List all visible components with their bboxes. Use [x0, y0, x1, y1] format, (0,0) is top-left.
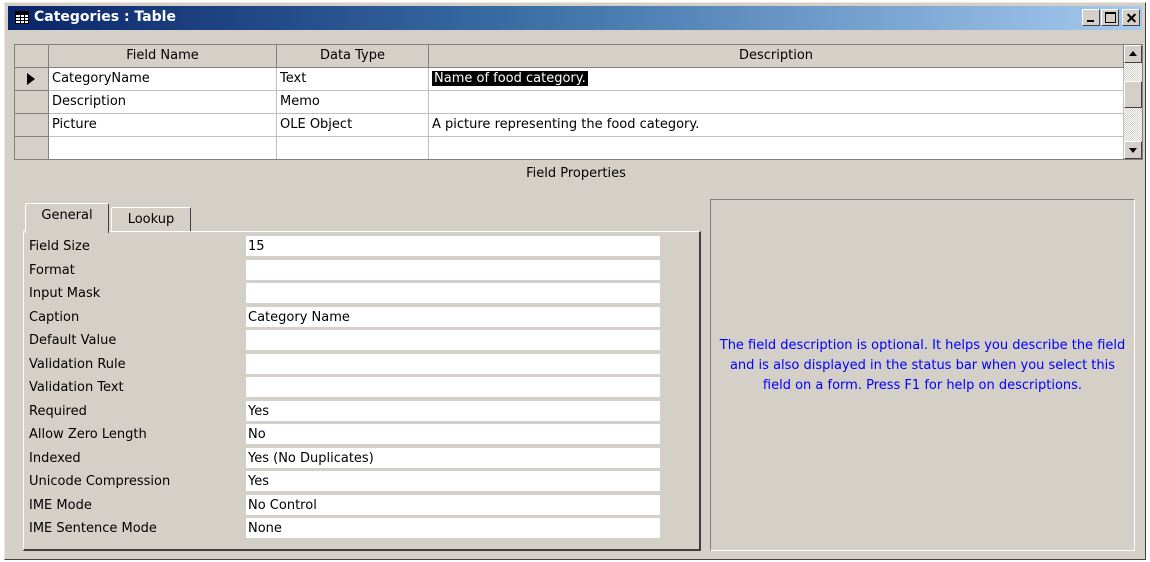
description-cell[interactable]: Name of food category. — [429, 68, 1124, 91]
field-help-pane: The field description is optional. It he… — [710, 199, 1135, 551]
data-type-cell[interactable] — [277, 137, 429, 159]
current-row-arrow-icon — [27, 73, 35, 85]
property-label: IME Sentence Mode — [29, 521, 157, 536]
tab-lookup[interactable]: Lookup — [111, 207, 191, 233]
row-selector[interactable] — [15, 91, 49, 114]
general-properties-panel: Field Size 15 Format Input Mask Caption Ca… — [23, 231, 701, 551]
property-label: IME Mode — [29, 497, 92, 513]
property-value-field[interactable]: No — [246, 424, 660, 445]
description-cell[interactable] — [429, 137, 1124, 159]
description-cell[interactable] — [429, 91, 1124, 114]
property-value-field[interactable] — [246, 330, 660, 351]
close-button[interactable] — [1122, 9, 1140, 26]
scroll-thumb[interactable] — [1124, 81, 1142, 108]
window-title: Categories : Table — [34, 9, 176, 25]
table-icon — [15, 11, 29, 24]
property-value-field[interactable] — [246, 283, 660, 304]
help-text: The field description is optional. It he… — [719, 338, 1126, 393]
property-label: Unicode Compression — [29, 474, 171, 489]
property-label: Default Value — [29, 333, 117, 348]
property-row: Allow Zero Length No — [24, 424, 684, 448]
property-label: Indexed — [29, 450, 81, 466]
title-bar[interactable]: Categories : Table — [8, 6, 1142, 30]
property-value-field[interactable]: 15 — [246, 236, 660, 257]
field-name-cell[interactable]: CategoryName — [49, 68, 277, 91]
property-label: Caption — [29, 309, 80, 325]
field-properties-label: Field Properties — [526, 166, 626, 181]
minimize-button[interactable] — [1082, 9, 1100, 26]
property-value-field[interactable]: No Control — [246, 494, 660, 516]
property-row: Indexed Yes (No Duplicates) — [24, 447, 684, 472]
property-row: Default Value — [24, 330, 684, 354]
property-row: Format — [24, 259, 684, 284]
data-type-cell[interactable]: OLE Object — [277, 114, 429, 137]
property-row: IME Mode No Control — [24, 494, 684, 519]
property-value-field[interactable]: Yes (No Duplicates) — [246, 447, 660, 469]
property-row: Required Yes — [24, 400, 684, 425]
property-label: Validation Text — [29, 380, 124, 395]
field-name-cell[interactable]: Description — [49, 91, 277, 114]
property-value-field[interactable] — [246, 377, 660, 398]
property-value-field[interactable]: Category Name — [246, 306, 660, 328]
property-row: IME Sentence Mode None — [24, 518, 684, 542]
grid-corner[interactable] — [15, 45, 49, 68]
data-type-cell[interactable]: Text — [277, 68, 429, 91]
table-design-window: Categories : Table Field Name Data Type … — [4, 2, 1146, 560]
row-selector[interactable] — [15, 137, 49, 159]
scroll-down-arrow-icon[interactable] — [1124, 141, 1142, 159]
selected-description-text[interactable]: Name of food category. — [432, 71, 588, 86]
property-value-field[interactable]: None — [246, 518, 660, 539]
row-selector[interactable] — [15, 68, 49, 91]
tab-general[interactable]: General — [25, 203, 109, 233]
field-name-cell[interactable] — [49, 137, 277, 159]
property-row: Field Size 15 — [24, 236, 684, 260]
description-cell[interactable]: A picture representing the food category… — [429, 114, 1124, 137]
property-label: Input Mask — [29, 286, 101, 301]
property-row: Input Mask — [24, 283, 684, 307]
property-label: Validation Rule — [29, 356, 126, 372]
property-row: Unicode Compression Yes — [24, 471, 684, 495]
property-value-field[interactable]: Yes — [246, 471, 660, 492]
column-header-description[interactable]: Description — [429, 45, 1124, 68]
column-header-field-name[interactable]: Field Name — [49, 45, 277, 68]
property-value-field[interactable]: Yes — [246, 400, 660, 422]
property-row: Validation Rule — [24, 353, 684, 378]
property-row: Caption Category Name — [24, 306, 684, 331]
property-label: Format — [29, 262, 75, 278]
data-type-cell[interactable]: Memo — [277, 91, 429, 114]
scroll-up-arrow-icon[interactable] — [1124, 45, 1142, 63]
grid-vertical-scrollbar[interactable] — [1124, 45, 1142, 159]
field-name-cell[interactable]: Picture — [49, 114, 277, 137]
maximize-button[interactable] — [1101, 9, 1119, 26]
row-selector[interactable] — [15, 114, 49, 137]
field-design-grid: Field Name Data Type Description Categor… — [14, 44, 1143, 160]
property-label: Required — [29, 403, 87, 419]
property-row: Validation Text — [24, 377, 684, 401]
column-header-data-type[interactable]: Data Type — [277, 45, 429, 68]
property-label: Field Size — [29, 239, 90, 254]
property-label: Allow Zero Length — [29, 427, 147, 442]
property-value-field[interactable] — [246, 259, 660, 281]
property-value-field[interactable] — [246, 353, 660, 375]
